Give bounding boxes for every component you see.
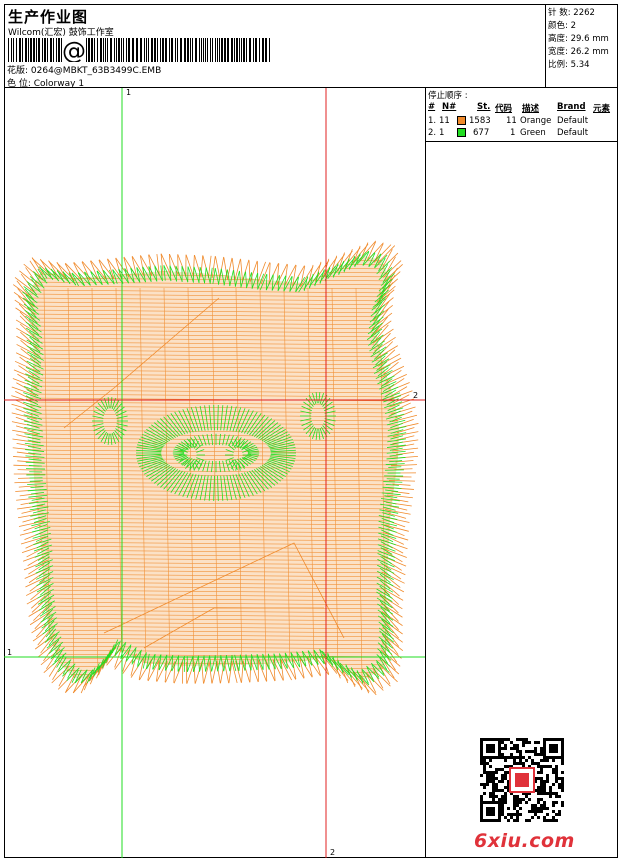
stat-height: 高度: 29.6 mm [548,34,609,44]
guide-label-green-top: 1 [126,88,132,97]
table-row: 1. 11 1583 11 Orange Default [428,116,589,126]
guide-label-red-bottom: 2 [330,848,336,857]
orange-fill-stitches [28,256,399,680]
col-header-needle: N# [442,102,457,112]
col-header-index: # [428,102,436,112]
barcode: @ [8,38,270,62]
guide-label-green-left: 1 [7,648,13,657]
color-swatch-orange [457,116,466,125]
stat-width: 宽度: 26.2 mm [548,47,609,57]
header-info: 生产作业图 Wilcom(汇宏) 鼓饰工作室 @ 花版: 0264@MBKT_6… [4,4,546,89]
col-header-stitches: St. [477,102,491,112]
guide-label-red-right: 2 [413,391,419,400]
stat-stitch-count: 针 数: 2262 [548,8,595,18]
color-swatch-green [457,128,466,137]
qr-code [480,738,564,822]
panel-divider [425,142,426,858]
svg-text:@: @ [62,38,86,62]
stat-scale: 比例: 5.34 [548,60,590,70]
table-row: 2. 1 677 1 Green Default [428,128,589,138]
col-header-code: 代码 [495,104,513,114]
col-header-element: 元素 [593,104,611,114]
company-name: Wilcom(汇宏) 鼓饰工作室 [8,28,114,38]
stop-sequence-panel: 停止顺序 : # N# St. 代码 描述 Brand 元素 1. 11 158… [425,88,618,142]
col-header-description: 描述 [522,104,540,114]
col-header-brand: Brand [557,102,586,112]
stat-color-count: 颜色: 2 [548,21,576,31]
watermark-logo: 6xiu.com [474,830,575,852]
stats-panel: 针 数: 2262 颜色: 2 高度: 29.6 mm 宽度: 26.2 mm … [546,4,618,88]
stop-sequence-title: 停止顺序 : [428,91,468,101]
page-title: 生产作业图 [8,8,89,26]
embroidery-preview [4,88,425,858]
design-file-label: 花版: 0264@MBKT_63B3499C.EMB [7,66,162,76]
